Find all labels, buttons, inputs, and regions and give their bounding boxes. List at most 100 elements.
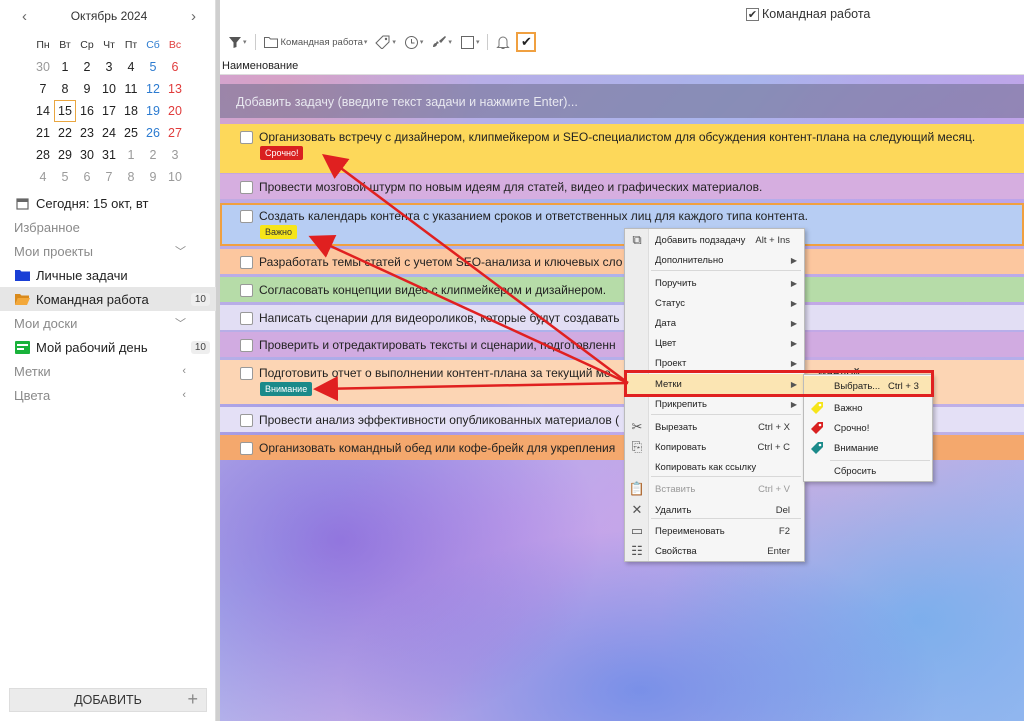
menu-item[interactable]: ⧉ Добавить подзадачу Alt + Ins <box>625 230 804 250</box>
task-row[interactable]: Написать сценарии для видеороликов, кото… <box>220 305 1024 330</box>
calendar-day[interactable]: 30 <box>76 144 98 166</box>
calendar-day[interactable]: 2 <box>76 56 98 78</box>
submenu-item-reset[interactable]: Сбросить <box>804 461 932 481</box>
sidebar-section-projects[interactable]: Мои проекты ﹀ <box>0 239 216 263</box>
sidebar-section-tags[interactable]: Метки ‹ <box>0 359 216 383</box>
date-filter-button[interactable]: ▾ <box>402 31 426 53</box>
show-completed-toggle[interactable]: ✔ <box>516 32 537 52</box>
calendar-day[interactable]: 26 <box>142 122 164 144</box>
submenu-item-tag[interactable]: Срочно! <box>804 418 932 438</box>
calendar-day[interactable]: 13 <box>164 78 186 100</box>
task-tag[interactable]: Важно <box>260 225 298 239</box>
calendar-day[interactable]: 27 <box>164 122 186 144</box>
task-checkbox[interactable] <box>240 210 253 223</box>
chevron-left-icon[interactable]: ‹ <box>182 365 186 377</box>
calendar-day[interactable]: 25 <box>120 122 142 144</box>
calendar-day[interactable]: 16 <box>76 100 98 122</box>
color-filter-button[interactable]: ▾ <box>429 31 454 53</box>
calendar-day[interactable]: 23 <box>76 122 98 144</box>
task-checkbox[interactable] <box>240 256 253 269</box>
add-button[interactable]: ДОБАВИТЬ + <box>9 688 207 712</box>
task-tag[interactable]: Срочно! <box>260 146 304 160</box>
calendar-day[interactable]: 28 <box>32 144 54 166</box>
menu-item[interactable]: ☷ Свойства Enter <box>625 541 804 561</box>
calendar-day[interactable]: 15 <box>54 100 76 122</box>
menu-item[interactable]: Цвет ▶ <box>625 333 804 353</box>
submenu-item-tag[interactable]: Внимание <box>804 438 932 458</box>
next-month-button[interactable]: › <box>191 8 196 25</box>
sidebar-item-team[interactable]: Командная работа 10 <box>0 287 216 311</box>
calendar-day[interactable]: 19 <box>142 100 164 122</box>
menu-item[interactable]: Прикрепить ▶ <box>625 394 804 414</box>
sidebar-item-favorites[interactable]: Избранное <box>0 215 216 239</box>
calendar-day[interactable]: 3 <box>164 144 186 166</box>
task-checkbox[interactable] <box>240 442 253 455</box>
calendar-day[interactable]: 8 <box>120 166 142 188</box>
calendar-day[interactable]: 1 <box>120 144 142 166</box>
calendar-day[interactable]: 4 <box>120 56 142 78</box>
calendar-day[interactable]: 1 <box>54 56 76 78</box>
view-button[interactable]: ▾ <box>458 31 482 53</box>
calendar-day[interactable]: 21 <box>32 122 54 144</box>
sidebar-section-boards[interactable]: Мои доски ﹀ <box>0 311 216 335</box>
task-checkbox[interactable] <box>240 312 253 325</box>
calendar-day[interactable]: 2 <box>142 144 164 166</box>
calendar-day[interactable]: 6 <box>76 166 98 188</box>
chevron-left-icon[interactable]: ‹ <box>182 389 186 401</box>
filter-button[interactable]: ▾ <box>226 31 249 53</box>
sidebar-item-personal[interactable]: Личные задачи <box>0 263 216 287</box>
task-row[interactable]: Провести мозговой штурм по новым идеям д… <box>220 174 1024 199</box>
task-row[interactable]: Разработать темы статей с учетом SEO-ана… <box>220 249 1024 274</box>
task-checkbox[interactable] <box>240 131 253 144</box>
sidebar-item-today[interactable]: Сегодня: 15 окт, вт <box>0 191 216 215</box>
task-checkbox[interactable] <box>240 284 253 297</box>
menu-item[interactable]: Дата ▶ <box>625 313 804 333</box>
calendar-day[interactable]: 8 <box>54 78 76 100</box>
menu-item[interactable]: ✕ Удалить Del <box>625 500 804 520</box>
calendar-day[interactable]: 22 <box>54 122 76 144</box>
submenu-item-tag[interactable]: Важно <box>804 398 932 418</box>
sidebar-item-workday[interactable]: Мой рабочий день 10 <box>0 335 216 359</box>
calendar-day[interactable]: 7 <box>32 78 54 100</box>
menu-item[interactable]: ▭ Переименовать F2 <box>625 521 804 541</box>
project-filter-dropdown[interactable]: Командная работа ▾ <box>262 31 370 53</box>
calendar-day[interactable]: 3 <box>98 56 120 78</box>
calendar-day[interactable]: 7 <box>98 166 120 188</box>
menu-item[interactable]: Статус ▶ <box>625 293 804 313</box>
calendar-day[interactable]: 4 <box>32 166 54 188</box>
menu-item[interactable]: Дополнительно ▶ <box>625 250 804 270</box>
chevron-down-icon[interactable]: ﹀ <box>175 315 186 331</box>
sidebar-section-colors[interactable]: Цвета ‹ <box>0 383 216 407</box>
calendar-day[interactable]: 24 <box>98 122 120 144</box>
calendar-day[interactable]: 6 <box>164 56 186 78</box>
calendar-day[interactable]: 18 <box>120 100 142 122</box>
calendar-day[interactable]: 17 <box>98 100 120 122</box>
task-row[interactable]: Организовать встречу с дизайнером, клипм… <box>220 124 1024 173</box>
task-checkbox[interactable] <box>240 181 253 194</box>
team-work-checkbox[interactable]: ✔ Командная работа <box>746 7 870 21</box>
task-row[interactable]: Проверить и отредактировать тексты и сце… <box>220 332 1024 357</box>
task-checkbox[interactable] <box>240 367 253 380</box>
reminder-button[interactable] <box>494 31 512 53</box>
task-tag[interactable]: Внимание <box>260 382 313 396</box>
column-header-name[interactable]: Наименование <box>222 60 298 72</box>
menu-item[interactable]: Копировать как ссылку <box>625 457 804 477</box>
calendar-day[interactable]: 20 <box>164 100 186 122</box>
task-checkbox[interactable] <box>240 339 253 352</box>
chevron-down-icon[interactable]: ﹀ <box>175 243 186 259</box>
menu-item[interactable]: Поручить ▶ <box>625 273 804 293</box>
add-task-input[interactable]: Добавить задачу (введите текст задачи и … <box>220 84 1024 118</box>
tag-filter-button[interactable]: ▾ <box>373 31 398 53</box>
calendar-day[interactable]: 12 <box>142 78 164 100</box>
calendar-day[interactable]: 9 <box>76 78 98 100</box>
calendar-day[interactable]: 30 <box>32 56 54 78</box>
calendar-day[interactable]: 10 <box>98 78 120 100</box>
calendar-day[interactable]: 5 <box>142 56 164 78</box>
task-row[interactable]: Согласовать концепции видео с клипмейкер… <box>220 277 1024 302</box>
calendar-day[interactable]: 11 <box>120 78 142 100</box>
menu-item[interactable]: 📋 Вставить Ctrl + V <box>625 479 804 499</box>
task-checkbox[interactable] <box>240 414 253 427</box>
menu-item[interactable]: ⎘ Копировать Ctrl + C <box>625 437 804 457</box>
calendar-day[interactable]: 5 <box>54 166 76 188</box>
menu-item[interactable]: ✂ Вырезать Ctrl + X <box>625 417 804 437</box>
